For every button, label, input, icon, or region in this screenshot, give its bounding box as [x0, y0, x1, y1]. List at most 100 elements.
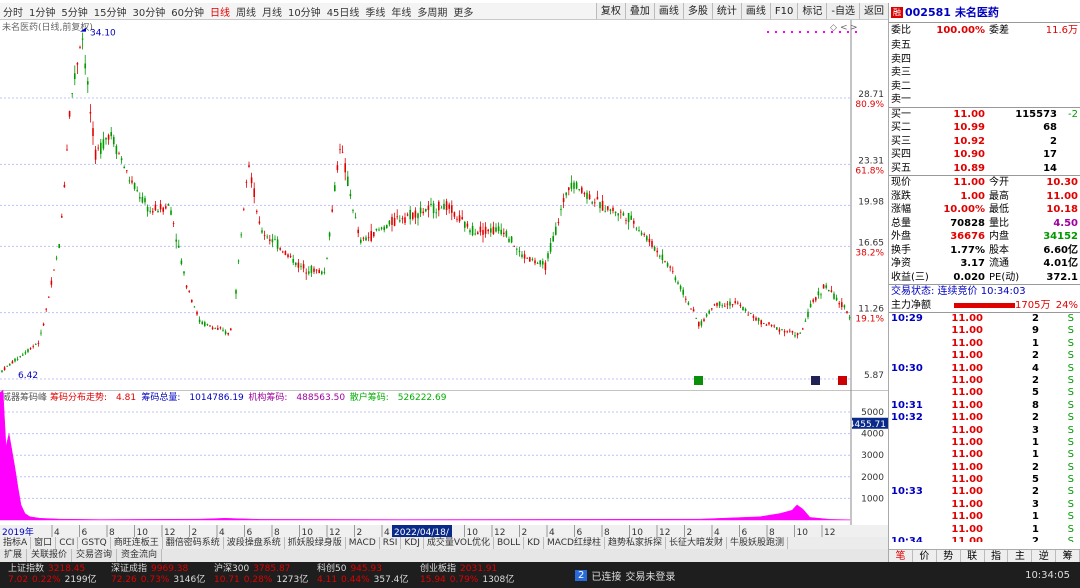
tick-row[interactable]: 11.00 1 S	[889, 449, 1080, 461]
period-tab[interactable]: 30分钟	[129, 8, 168, 19]
period-tab[interactable]: 60分钟	[168, 8, 207, 19]
indicator-tab[interactable]: 翻倍密码系统	[163, 537, 224, 549]
indicator-tab[interactable]: RSI	[380, 537, 402, 549]
candle-body	[544, 262, 547, 270]
bottom-tab[interactable]: 扩展	[0, 549, 28, 562]
index-ticker[interactable]: 深证成指 9969.38 72.26 0.73% 3146亿	[103, 564, 206, 586]
chart-nav-icon[interactable]: <	[840, 23, 848, 33]
tick-row[interactable]: 11.00 2 S	[889, 462, 1080, 474]
tick-side: S	[1067, 474, 1074, 486]
tool-button[interactable]: 画线	[653, 3, 683, 19]
period-tab[interactable]: 年线	[388, 8, 414, 19]
bottom-tab[interactable]: 交易咨询	[72, 549, 118, 562]
period-tab[interactable]: 45日线	[324, 8, 363, 19]
index-ticker[interactable]: 上证指数 3218.45 7.02 0.22% 2199亿	[0, 564, 103, 586]
tick-row[interactable]: 11.00 2 S	[889, 350, 1080, 362]
index-ticker[interactable]: 创业板指 2031.91 15.94 0.79% 1308亿	[412, 564, 515, 586]
candle-body	[323, 272, 326, 273]
event-marker-icon[interactable]	[694, 376, 703, 385]
price-tick: 16.65	[858, 238, 884, 248]
indicator-tab[interactable]: GSTQ	[78, 537, 111, 549]
indicator-tab[interactable]: CCI	[56, 537, 79, 549]
period-tab[interactable]: 日线	[207, 8, 233, 19]
tick-row[interactable]: 11.00 3 S	[889, 425, 1080, 437]
indicator-tab[interactable]: 长征大暗发财	[666, 537, 727, 549]
period-tab[interactable]: 月线	[259, 8, 285, 19]
tick-row[interactable]: 11.00 5 S	[889, 387, 1080, 399]
tick-row[interactable]: 11.00 1 S	[889, 524, 1080, 536]
tick-row[interactable]: 10:32 11.00 2 S	[889, 412, 1080, 424]
indicator-tab[interactable]: 指标A	[0, 537, 32, 549]
event-marker-icon[interactable]	[811, 376, 820, 385]
tool-button[interactable]: 画线	[740, 3, 770, 19]
indicator-tab[interactable]: 波段操盘系统	[224, 537, 285, 549]
index-ticker[interactable]: 科创50 945.93 4.11 0.44% 357.4亿	[309, 564, 412, 586]
indicator-tab[interactable]: 商旺连板王	[111, 537, 163, 549]
kline-svg[interactable]: 28.7180.9% 23.3161.8% 19.98 16.6538.2% 11.26…	[0, 20, 888, 390]
candle-body	[336, 165, 339, 171]
indicator-tab[interactable]: MACD红绿柱	[544, 537, 605, 549]
tick-row[interactable]: 11.00 1 S	[889, 511, 1080, 523]
period-tab[interactable]: 15分钟	[91, 8, 130, 19]
panel-tab[interactable]: 价	[913, 549, 937, 562]
tool-button[interactable]: 返回	[859, 3, 888, 19]
indicator-tab[interactable]: 窗口	[31, 537, 57, 549]
tool-button[interactable]: 多股	[682, 3, 712, 19]
tick-list[interactable]: 10:29 11.00 2 S 11.00 9 S 11.00 1 S 11.00 2 S 10:30 11…	[889, 313, 1080, 542]
panel-tab[interactable]: 主	[1008, 549, 1033, 562]
tick-side: S	[1067, 325, 1074, 337]
candle-body	[128, 180, 131, 182]
indicator-tab[interactable]: 抓妖股绿身版	[285, 537, 346, 549]
tick-row[interactable]: 11.00 9 S	[889, 325, 1080, 337]
trade-login[interactable]: 交易未登录	[625, 568, 675, 583]
period-tab[interactable]: 1分钟	[26, 8, 58, 19]
bottom-tab[interactable]: 资金流向	[117, 549, 163, 562]
tick-row[interactable]: 10:33 11.00 2 S	[889, 486, 1080, 498]
bottom-tab[interactable]: 关联报价	[27, 549, 73, 562]
tick-row[interactable]: 11.00 5 S	[889, 474, 1080, 486]
tool-button[interactable]: -自选	[826, 3, 859, 19]
panel-tab[interactable]: 指	[985, 549, 1009, 562]
period-tab[interactable]: 更多	[450, 8, 476, 19]
chip-indicator-chart[interactable]: 威器筹码峰 筹码分布走势: 4.81 筹码总量: 1014786.19 机构筹码: 4885…	[0, 390, 888, 525]
indicator-tab[interactable]: 牛股妖股跑测	[727, 537, 788, 549]
panel-tab[interactable]: 笔	[889, 549, 913, 562]
indicator-tab[interactable]: KD	[524, 537, 544, 549]
panel-tab[interactable]: 逆	[1032, 549, 1057, 562]
tick-row[interactable]: 10:34 11.00 2 S	[889, 536, 1080, 542]
tick-row[interactable]: 10:29 11.00 2 S	[889, 313, 1080, 325]
period-tab[interactable]: 5分钟	[58, 8, 90, 19]
period-tab[interactable]: 多周期	[414, 8, 450, 19]
candle-body	[274, 239, 276, 241]
period-tab[interactable]: 分时	[0, 8, 26, 19]
indicator-tab[interactable]: BOLL	[494, 537, 525, 549]
indicator-tab[interactable]: KDJ	[401, 537, 424, 549]
tool-button[interactable]: 叠加	[624, 3, 654, 19]
panel-tab[interactable]: 势	[937, 549, 961, 562]
tool-button[interactable]: 复权	[595, 3, 625, 19]
tick-row[interactable]: 11.00 2 S	[889, 375, 1080, 387]
clock: 10:34:05	[1025, 569, 1070, 581]
xaxis-tick: 4	[549, 528, 555, 537]
panel-tab[interactable]: 联	[961, 549, 985, 562]
tool-button[interactable]: F10	[769, 3, 798, 19]
indicator-tab[interactable]: 趋势私家拆探	[605, 537, 666, 549]
tick-row[interactable]: 11.00 1 S	[889, 338, 1080, 350]
chip-svg[interactable]: 威器筹码峰 筹码分布走势: 4.81 筹码总量: 1014786.19 机构筹码: 4885…	[0, 390, 888, 525]
bid-change	[1057, 148, 1080, 162]
panel-tab[interactable]: 筹	[1056, 549, 1080, 562]
tick-row[interactable]: 10:31 11.00 8 S	[889, 400, 1080, 412]
tool-button[interactable]: 标记	[797, 3, 827, 19]
index-ticker[interactable]: 沪深300 3785.87 10.71 0.28% 1273亿	[206, 564, 309, 586]
indicator-tab[interactable]: MACD	[346, 537, 380, 549]
period-tab[interactable]: 周线	[233, 8, 259, 19]
period-tab[interactable]: 季线	[362, 8, 388, 19]
tick-row[interactable]: 11.00 1 S	[889, 437, 1080, 449]
indicator-tab[interactable]: 成交量VOL优化	[424, 537, 494, 549]
tick-row[interactable]: 11.00 3 S	[889, 499, 1080, 511]
kline-chart[interactable]: 28.71 80.9% 23.31 61.8% 19.98 16.65 38.2% 11.26…	[0, 20, 888, 390]
period-tab[interactable]: 10分钟	[285, 8, 324, 19]
tool-button[interactable]: 统计	[711, 3, 741, 19]
event-marker-icon[interactable]	[838, 376, 847, 385]
tick-row[interactable]: 10:30 11.00 4 S	[889, 363, 1080, 375]
